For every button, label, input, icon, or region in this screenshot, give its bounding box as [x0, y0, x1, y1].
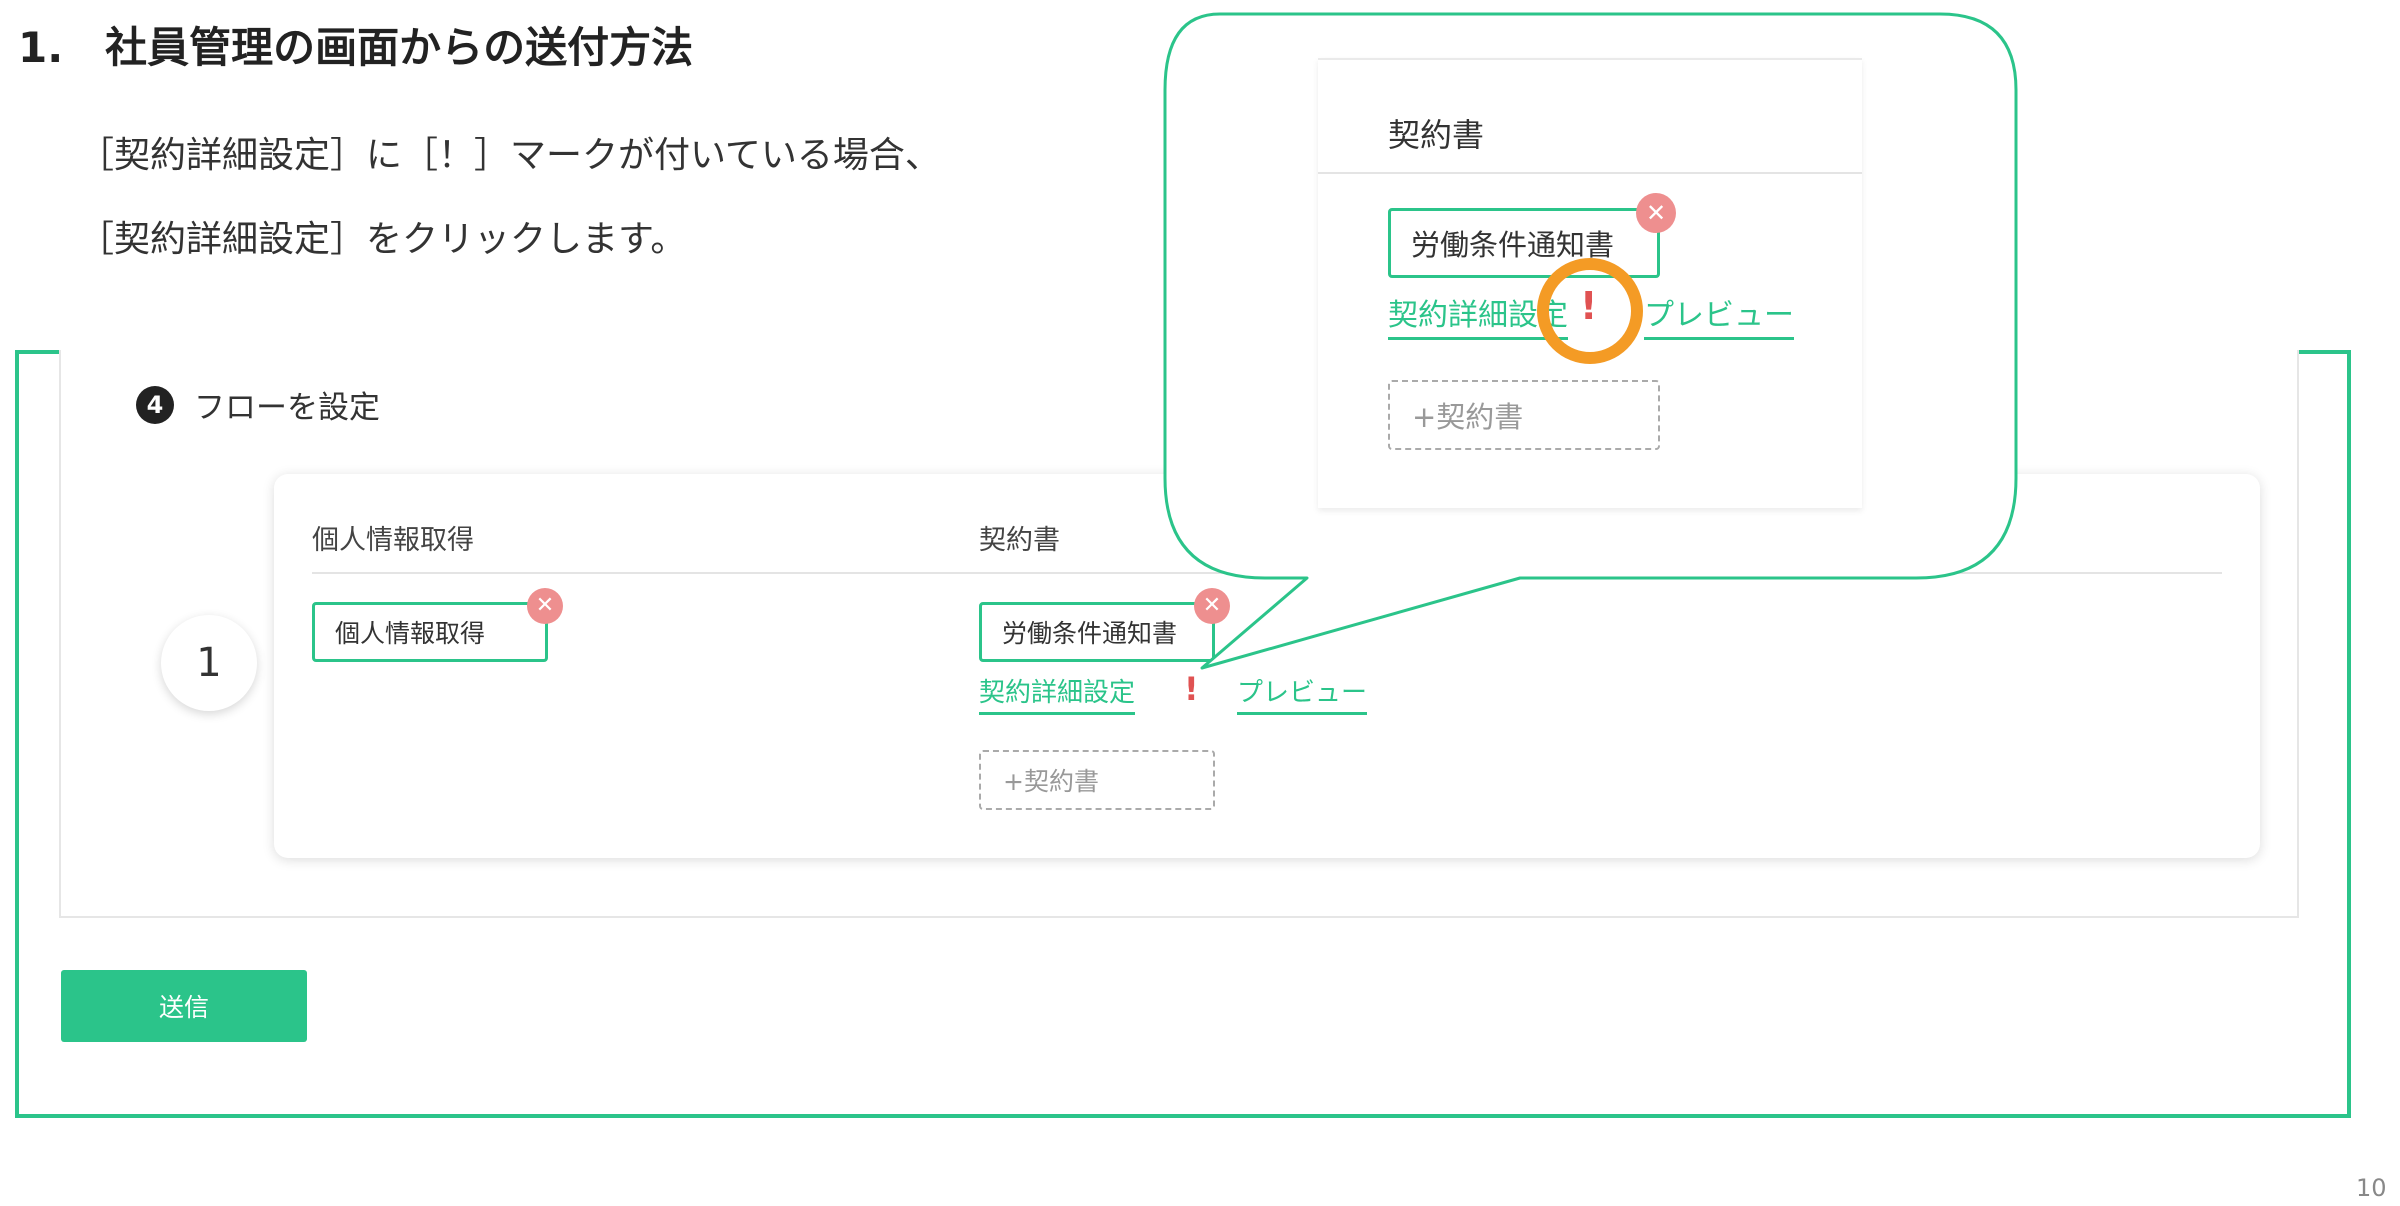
send-button[interactable]: 送信	[61, 970, 307, 1042]
preview-link[interactable]: プレビュー	[1237, 672, 1368, 715]
personal-info-column-header: 個人情報取得	[312, 525, 474, 556]
flow-row-number: 1	[161, 615, 257, 711]
personal-info-item[interactable]: 個人情報取得	[312, 602, 548, 662]
warning-highlight-ring	[1537, 258, 1643, 364]
instruction-line-2: ［契約詳細設定］をクリックします。	[78, 219, 687, 260]
zoom-contract-column-header: 契約書	[1388, 116, 1485, 154]
zoom-remove-contract-icon[interactable]: ✕	[1636, 193, 1676, 233]
contract-detail-link[interactable]: 契約詳細設定	[979, 672, 1136, 715]
screenshot-frame: 4 フローを設定 1 個人情報取得 契約書 個人情報取得 ✕ 労働条件通知書 ✕…	[15, 350, 2351, 1118]
zoom-top-divider	[1318, 58, 1862, 60]
contract-item-label: 労働条件通知書	[1002, 619, 1178, 648]
zoom-preview-link[interactable]: プレビュー	[1644, 290, 1794, 340]
slide-title: 1. 社員管理の画面からの送付方法	[18, 23, 694, 72]
step-number-badge: 4	[136, 385, 174, 424]
remove-personal-info-icon[interactable]: ✕	[527, 588, 563, 624]
contract-column-header: 契約書	[979, 525, 1060, 556]
zoom-header-divider	[1318, 172, 1862, 174]
flow-step-heading: 4 フローを設定	[136, 382, 380, 427]
instruction-line-1: ［契約詳細設定］に［！］マークが付いている場合、	[78, 135, 941, 176]
warning-icon: !	[1184, 670, 1199, 708]
page-number: 10	[2356, 1174, 2387, 1202]
contract-item[interactable]: 労働条件通知書	[979, 602, 1215, 662]
add-contract-button[interactable]: +契約書	[979, 750, 1215, 810]
flow-panel: 4 フローを設定 1 個人情報取得 契約書 個人情報取得 ✕ 労働条件通知書 ✕…	[59, 350, 2299, 918]
step-label: フローを設定	[194, 390, 380, 426]
zoom-add-contract-button[interactable]: +契約書	[1388, 380, 1660, 450]
personal-info-item-label: 個人情報取得	[335, 619, 486, 648]
remove-contract-icon[interactable]: ✕	[1194, 588, 1230, 624]
column-header-divider	[312, 572, 2222, 574]
flow-row-card: 個人情報取得 契約書 個人情報取得 ✕ 労働条件通知書 ✕ 契約詳細設定 ! プ…	[274, 474, 2260, 858]
